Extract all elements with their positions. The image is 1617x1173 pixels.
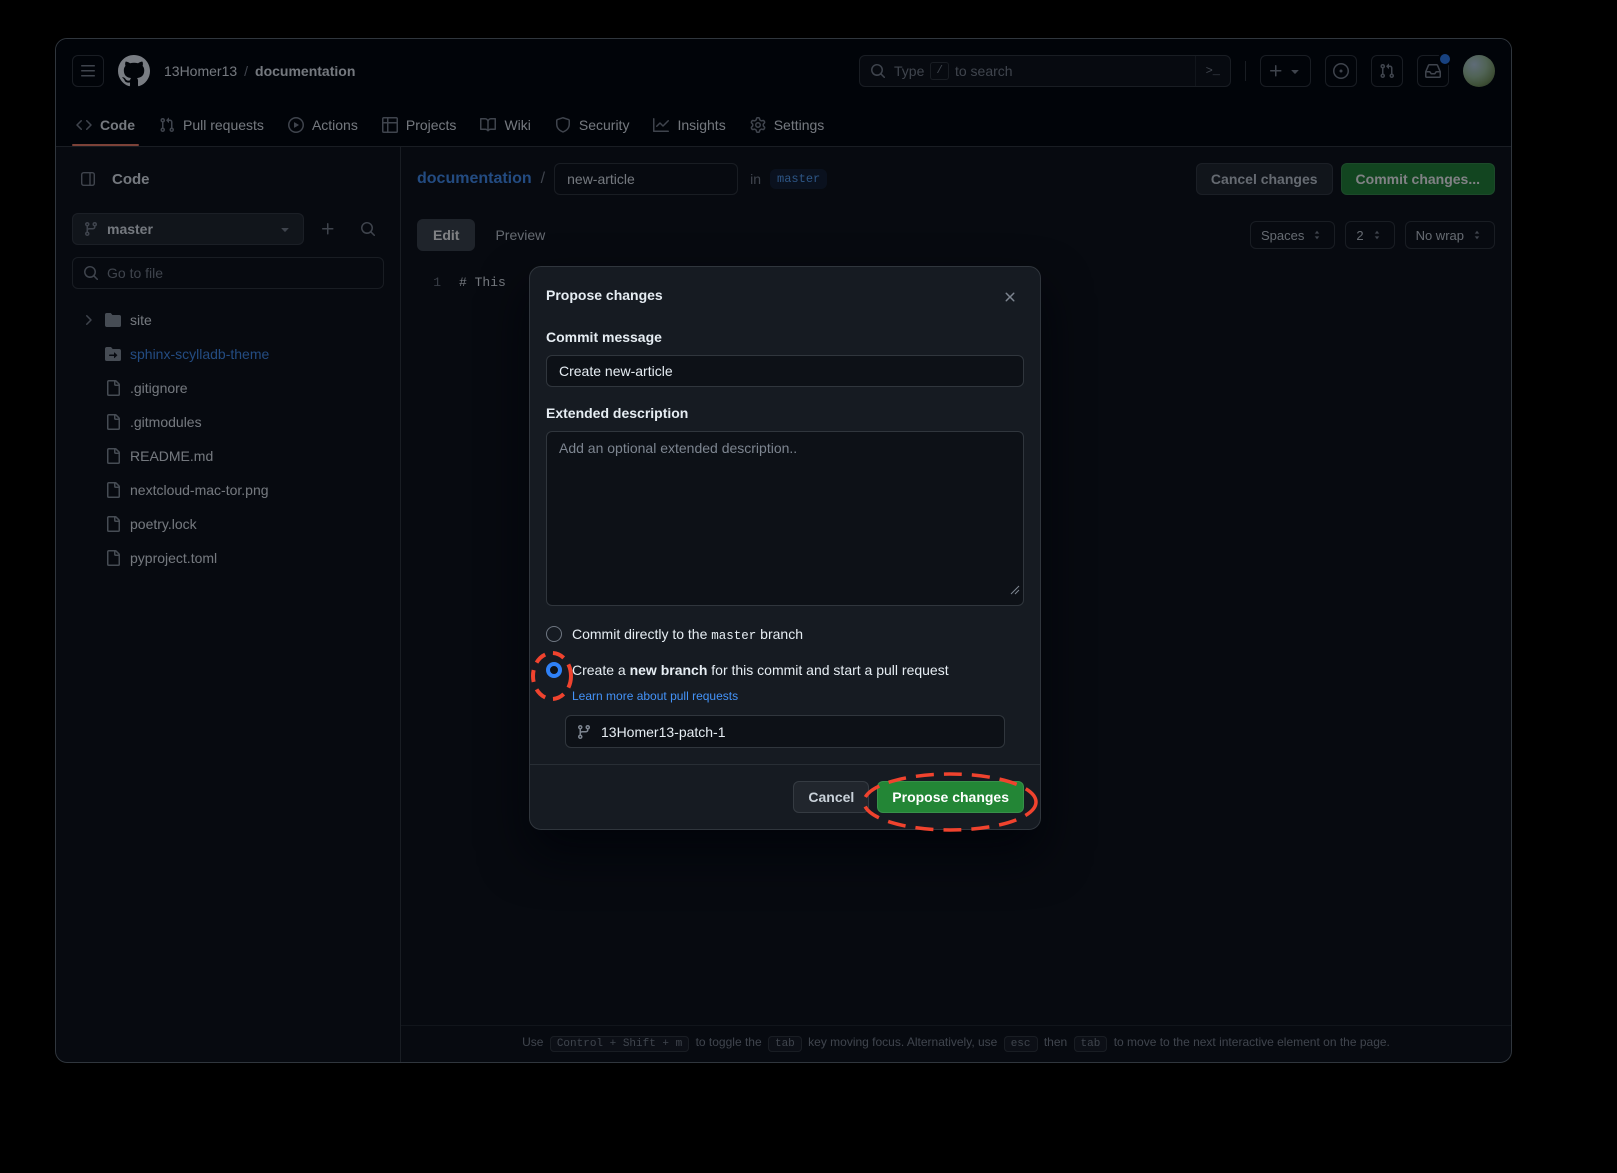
propose-changes-dialog: Propose changes Commit message Extended … [529,266,1041,830]
app-window: 13Homer13 / documentation Type / to sear… [55,38,1512,1063]
dialog-footer: Cancel Propose changes [530,764,1040,829]
branch-code: master [711,629,756,643]
learn-more-link[interactable]: Learn more about pull requests [572,688,738,704]
dialog-body: Commit message Extended description Comm… [530,327,1040,748]
new-branch-name-input[interactable] [601,724,994,740]
new-branch-name-field [565,715,1005,748]
extended-description-textarea[interactable] [546,431,1024,606]
dialog-header: Propose changes [530,267,1040,323]
extended-description-wrap [546,431,1024,606]
close-dialog-button[interactable] [996,283,1024,311]
commit-message-input[interactable] [546,355,1024,387]
radio-unchecked-icon[interactable] [546,626,562,642]
page: { "header": { "owner": "13Homer13", "sep… [0,0,1617,1173]
radio-checked-icon[interactable] [546,662,562,678]
close-icon [1002,289,1018,305]
propose-changes-button[interactable]: Propose changes [877,781,1024,813]
git-branch-icon [576,724,592,740]
extended-description-label: Extended description [546,403,1024,423]
radio-create-branch[interactable]: Create a new branch for this commit and … [546,658,1024,682]
dialog-title: Propose changes [546,283,663,307]
cancel-button[interactable]: Cancel [793,781,869,813]
commit-message-label: Commit message [546,327,1024,347]
radio-commit-direct[interactable]: Commit directly to the master branch [546,622,1024,646]
